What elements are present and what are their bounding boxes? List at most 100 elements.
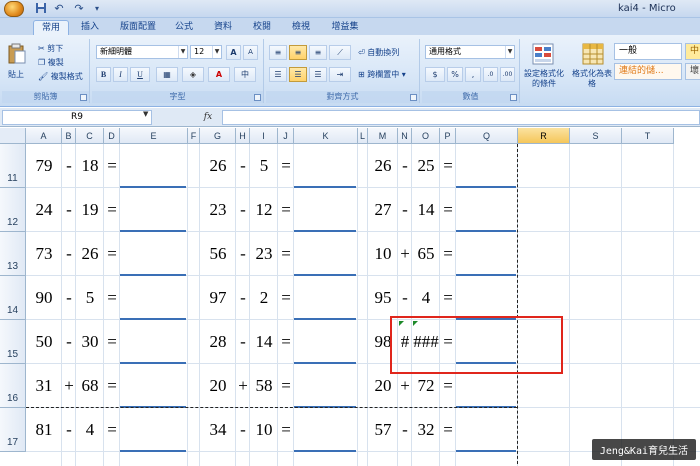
cut-button[interactable]: ✂ 剪下 xyxy=(38,43,63,54)
number-launcher-icon[interactable] xyxy=(510,94,517,101)
font-name-select[interactable]: 新細明體 ▼ xyxy=(96,45,188,59)
cell-n16[interactable]: + xyxy=(398,374,412,398)
increase-decimal-button[interactable]: .0 xyxy=(483,67,498,82)
cell-d11[interactable]: = xyxy=(104,154,120,178)
answer-blank[interactable] xyxy=(456,186,516,188)
answer-blank[interactable] xyxy=(294,362,356,364)
merge-center-button[interactable]: ⊞ 跨欄置中 ▾ xyxy=(358,69,406,80)
cell-j17[interactable]: = xyxy=(278,418,294,442)
answer-blank[interactable] xyxy=(120,318,186,320)
cell-p14[interactable]: = xyxy=(440,286,456,310)
row-header-16[interactable]: 16 xyxy=(0,364,26,408)
column-header-g[interactable]: G xyxy=(200,128,236,144)
tab-page-layout[interactable]: 版面配置 xyxy=(112,20,164,35)
cell-b12[interactable]: - xyxy=(62,198,76,222)
save-icon[interactable] xyxy=(34,2,48,15)
chevron-down-icon[interactable]: ▼ xyxy=(143,110,148,118)
cell-o16[interactable]: 72 xyxy=(412,374,440,398)
borders-button[interactable]: ▦ xyxy=(156,67,178,82)
currency-button[interactable]: $ xyxy=(425,67,445,82)
cell-c16[interactable]: 68 xyxy=(76,374,104,398)
cell-c15[interactable]: 30 xyxy=(76,330,104,354)
align-middle-button[interactable]: ≡ xyxy=(289,45,307,60)
cell-o12[interactable]: 14 xyxy=(412,198,440,222)
tab-review[interactable]: 校閱 xyxy=(244,20,280,35)
column-header-b[interactable]: B xyxy=(62,128,76,144)
shrink-font-button[interactable]: A xyxy=(243,45,258,60)
cell-m11[interactable]: 26 xyxy=(368,154,398,178)
cell-h17[interactable]: - xyxy=(236,418,250,442)
row-header-14[interactable]: 14 xyxy=(0,276,26,320)
answer-blank[interactable] xyxy=(456,450,516,452)
cell-m16[interactable]: 20 xyxy=(368,374,398,398)
grow-font-button[interactable]: A xyxy=(226,45,241,60)
answer-blank[interactable] xyxy=(294,230,356,232)
tab-formulas[interactable]: 公式 xyxy=(166,20,202,35)
format-painter-button[interactable]: 🖌 複製格式 xyxy=(38,71,83,82)
italic-button[interactable]: I xyxy=(113,67,128,82)
cell-n14[interactable]: - xyxy=(398,286,412,310)
tab-home[interactable]: 常用 xyxy=(33,20,69,35)
align-top-button[interactable]: ≡ xyxy=(269,45,287,60)
paste-icon[interactable] xyxy=(7,43,27,65)
cell-g13[interactable]: 56 xyxy=(200,242,236,266)
cell-a11[interactable]: 79 xyxy=(26,154,62,178)
row-header-17[interactable]: 17 xyxy=(0,408,26,452)
formula-input[interactable] xyxy=(222,110,700,125)
cell-n12[interactable]: - xyxy=(398,198,412,222)
fill-color-button[interactable]: ◈ xyxy=(182,67,204,82)
cell-i11[interactable]: 5 xyxy=(250,154,278,178)
cell-a16[interactable]: 31 xyxy=(26,374,62,398)
column-header-p[interactable]: P xyxy=(440,128,456,144)
cell-j15[interactable]: = xyxy=(278,330,294,354)
cell-p16[interactable]: = xyxy=(440,374,456,398)
tab-view[interactable]: 檢視 xyxy=(283,20,319,35)
column-header-d[interactable]: D xyxy=(104,128,120,144)
column-header-n[interactable]: N xyxy=(398,128,412,144)
cell-j12[interactable]: = xyxy=(278,198,294,222)
column-header-o[interactable]: O xyxy=(412,128,440,144)
column-header-l[interactable]: L xyxy=(358,128,368,144)
cell-j11[interactable]: = xyxy=(278,154,294,178)
column-header-r[interactable]: R xyxy=(518,128,570,144)
cell-o11[interactable]: 25 xyxy=(412,154,440,178)
number-format-select[interactable]: 通用格式 ▼ xyxy=(425,45,515,59)
cell-a12[interactable]: 24 xyxy=(26,198,62,222)
font-color-button[interactable]: A xyxy=(208,67,230,82)
cell-m12[interactable]: 27 xyxy=(368,198,398,222)
column-header-t[interactable]: T xyxy=(622,128,674,144)
format-as-table-icon[interactable] xyxy=(582,43,604,65)
row-header-15[interactable]: 15 xyxy=(0,320,26,364)
cell-n11[interactable]: - xyxy=(398,154,412,178)
cell-h14[interactable]: - xyxy=(236,286,250,310)
answer-blank[interactable] xyxy=(456,274,516,276)
undo-icon[interactable]: ↶ xyxy=(52,2,66,15)
cell-h16[interactable]: + xyxy=(236,374,250,398)
tab-insert[interactable]: 插入 xyxy=(72,20,108,35)
comma-button[interactable]: , xyxy=(465,67,481,82)
underline-button[interactable]: U xyxy=(130,67,150,82)
redo-icon[interactable]: ↷ xyxy=(72,2,86,15)
cell-b16[interactable]: + xyxy=(62,374,76,398)
answer-blank[interactable] xyxy=(120,362,186,364)
tab-addins[interactable]: 增益集 xyxy=(322,20,368,35)
cell-b15[interactable]: - xyxy=(62,330,76,354)
cell-p17[interactable]: = xyxy=(440,418,456,442)
customize-qat-icon[interactable]: ▾ xyxy=(90,2,104,15)
align-bottom-button[interactable]: ≡ xyxy=(309,45,327,60)
cell-j13[interactable]: = xyxy=(278,242,294,266)
align-center-button[interactable]: ☰ xyxy=(289,67,307,82)
percent-button[interactable]: % xyxy=(447,67,463,82)
alignment-launcher-icon[interactable] xyxy=(410,94,417,101)
cell-h13[interactable]: - xyxy=(236,242,250,266)
answer-blank[interactable] xyxy=(294,450,356,452)
cell-a15[interactable]: 50 xyxy=(26,330,62,354)
column-header-s[interactable]: S xyxy=(570,128,622,144)
cell-b14[interactable]: - xyxy=(62,286,76,310)
cell-b17[interactable]: - xyxy=(62,418,76,442)
orientation-button[interactable]: ⟋ xyxy=(329,45,351,60)
style-neutral[interactable]: 中 xyxy=(685,43,700,60)
cell-h12[interactable]: - xyxy=(236,198,250,222)
cell-c12[interactable]: 19 xyxy=(76,198,104,222)
align-right-button[interactable]: ☰ xyxy=(309,67,327,82)
